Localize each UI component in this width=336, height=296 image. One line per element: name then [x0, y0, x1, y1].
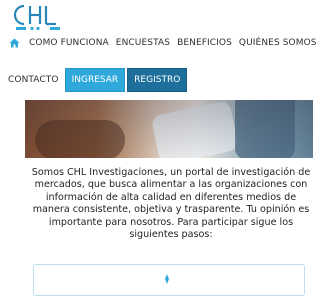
hero-overlay: [25, 100, 313, 158]
hero-image: [25, 100, 313, 158]
login-button[interactable]: INGRESAR: [64, 68, 126, 92]
chl-logo[interactable]: [10, 2, 66, 32]
intro-paragraph: Somos CHL Investigaciones, un portal de …: [31, 167, 311, 241]
main-nav: COMO FUNCIONA ENCUESTAS BENEFICIOS QUIÉN…: [6, 34, 317, 52]
register-button[interactable]: REGISTRO: [127, 68, 188, 92]
home-icon: [9, 38, 19, 48]
home-link[interactable]: [6, 34, 22, 52]
secondary-nav: CONTACTO INGRESAR REGISTRO: [8, 68, 188, 92]
step-card: [33, 264, 305, 296]
nav-quienes-somos[interactable]: QUIÉNES SOMOS: [239, 38, 317, 48]
nav-beneficios[interactable]: BENEFICIOS: [177, 38, 232, 48]
nav-contacto[interactable]: CONTACTO: [8, 75, 59, 85]
step-icon: [165, 274, 169, 284]
nav-encuestas[interactable]: ENCUESTAS: [116, 38, 170, 48]
nav-como-funciona[interactable]: COMO FUNCIONA: [29, 38, 109, 48]
